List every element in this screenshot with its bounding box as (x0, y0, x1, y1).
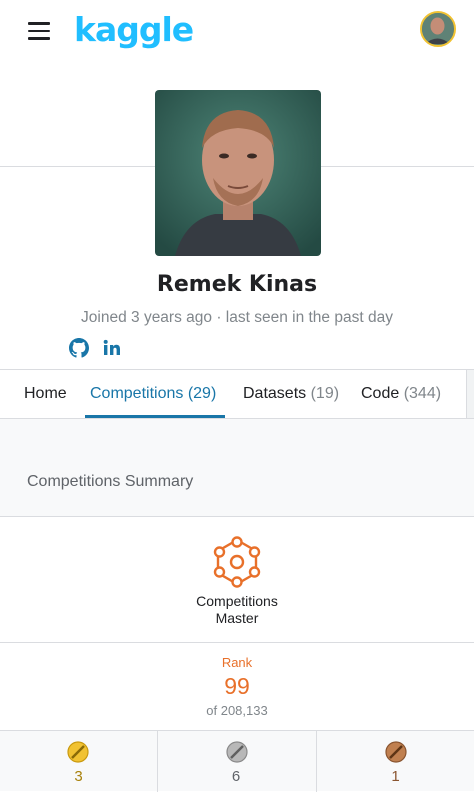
top-bar: kaggle (0, 0, 474, 64)
user-avatar[interactable] (420, 11, 456, 47)
rank-label: Rank (221, 655, 253, 670)
kaggle-logo[interactable]: kaggle (74, 10, 194, 49)
silver-medal-count: 6 (231, 768, 241, 785)
summary-title: Competitions Summary (27, 473, 194, 490)
profile-tabs: Home Competitions (29) Datasets (19) Cod… (0, 369, 474, 419)
hamburger-menu-icon[interactable] (28, 22, 50, 40)
gold-medal-cell: 3 (0, 731, 157, 792)
joined-text: Joined 3 years ago · last seen in the pa… (81, 309, 393, 326)
tab-code[interactable]: Code (344) (361, 385, 441, 403)
silver-medal-icon (226, 741, 248, 763)
tab-count: (19) (310, 385, 340, 402)
rank-total: of 208,133 (206, 703, 268, 718)
profile-name: Remek Kinas (156, 272, 318, 297)
tabs-scroll-edge[interactable] (466, 370, 474, 418)
tab-count: (344) (403, 385, 442, 402)
competitions-summary-header: Competitions Summary (0, 447, 474, 517)
tab-competitions[interactable]: Competitions (29) (90, 385, 216, 403)
competitions-master-icon (210, 535, 264, 589)
profile-photo (155, 90, 321, 256)
gold-medal-icon (67, 741, 89, 763)
tier-label-line2: Master (215, 610, 259, 626)
tab-datasets[interactable]: Datasets (19) (243, 385, 339, 403)
divider (0, 642, 474, 643)
bronze-medal-count: 1 (391, 768, 400, 785)
linkedin-icon[interactable] (102, 338, 122, 358)
bronze-medal-icon (385, 741, 407, 763)
silver-medal-cell: 6 (157, 731, 314, 792)
section-spacer (0, 419, 474, 448)
rank-value: 99 (224, 673, 250, 699)
tab-label: Competitions (90, 385, 184, 402)
tier-label: Competitions Master (0, 593, 474, 627)
gold-medal-count: 3 (74, 768, 83, 785)
tab-label: Datasets (243, 385, 307, 402)
bronze-medal-cell: 1 (316, 731, 474, 792)
tab-label: Home (24, 385, 67, 402)
tier-label-line1: Competitions (196, 593, 278, 609)
github-icon[interactable] (69, 338, 89, 358)
tab-count: (29) (187, 385, 217, 402)
tab-home[interactable]: Home (24, 385, 67, 403)
medals-row: 3 6 1 (0, 730, 474, 792)
tab-label: Code (361, 385, 400, 402)
active-tab-indicator (85, 415, 225, 418)
